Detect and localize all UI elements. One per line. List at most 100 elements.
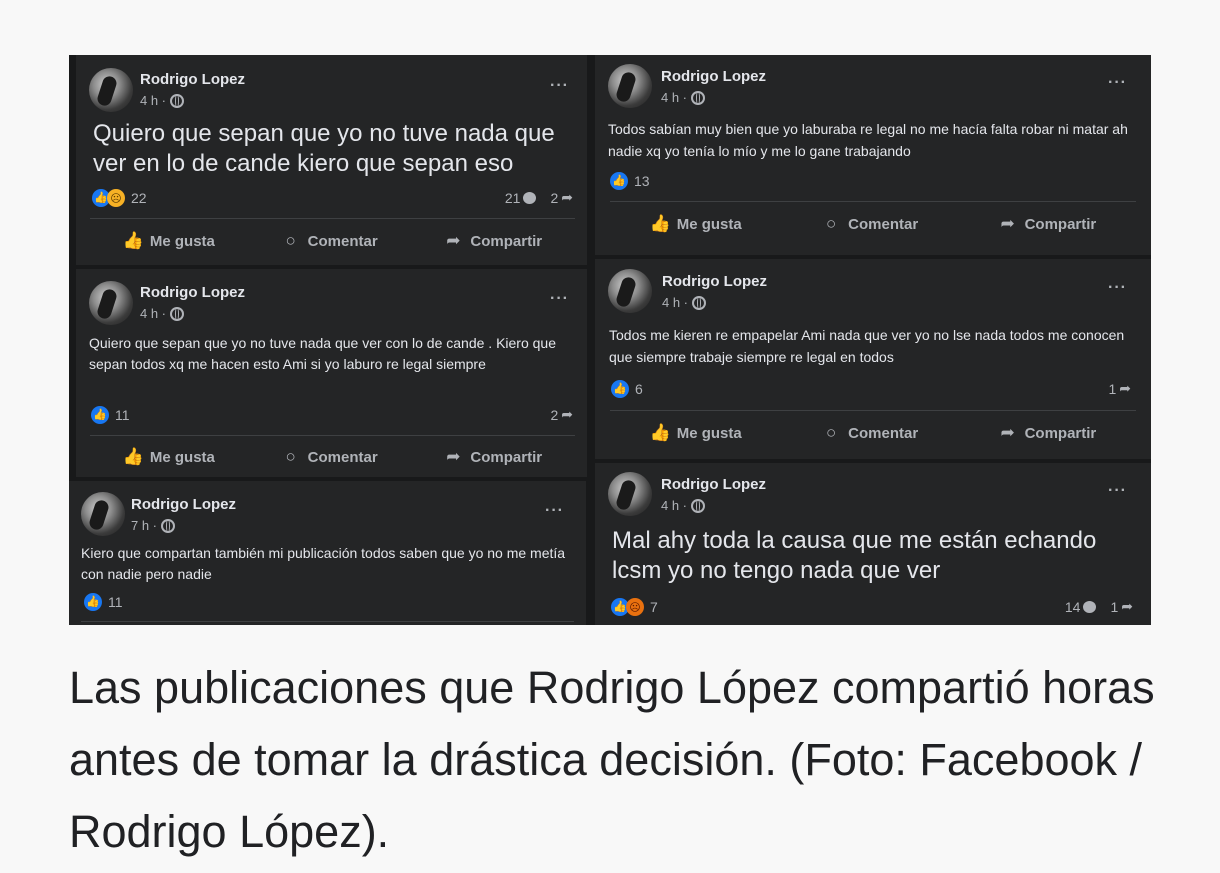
reactions-count: 11 [115,407,130,423]
more-options-icon[interactable]: ··· [1108,279,1127,297]
reactions-summary[interactable]: 👍 ☹ 22 [92,189,147,207]
reactions-count: 6 [635,381,643,397]
more-options-icon[interactable]: ··· [550,77,569,95]
shares-count: 1 [1110,598,1119,615]
like-reaction-icon: 👍 [610,172,628,190]
author-avatar[interactable] [608,472,652,516]
comment-icon: ○ [285,231,296,250]
engagement-counts[interactable]: 21 2 ➦ [505,189,573,206]
post-time[interactable]: 4 h · [140,306,185,321]
globe-icon [691,498,706,513]
thumbs-up-icon: 👍 [122,447,145,466]
like-button[interactable]: 👍 Me gusta [650,214,742,234]
post-text: Quiero que sepan que yo no tuve nada que… [89,335,557,372]
author-avatar[interactable] [608,64,652,108]
post-text: Mal ahy toda la causa que me están echan… [612,527,1097,584]
author-avatar[interactable] [608,269,652,313]
more-options-icon[interactable]: ··· [550,290,569,308]
author-avatar[interactable] [89,68,133,112]
divider [610,201,1136,202]
author-name[interactable]: Rodrigo Lopez [140,71,245,88]
like-button[interactable]: 👍 Me gusta [123,231,215,251]
author-name[interactable]: Rodrigo Lopez [131,496,236,513]
reactions-count: 22 [131,190,147,206]
post-time[interactable]: 4 h · [140,93,185,108]
post-text: Quiero que sepan que yo no tuve nada que… [93,120,555,177]
author-avatar[interactable] [89,281,133,325]
author-name[interactable]: Rodrigo Lopez [662,273,767,290]
globe-icon [692,295,707,310]
comment-icon: ○ [826,214,837,233]
share-button[interactable]: ➦ Compartir [998,423,1096,443]
post-text: Todos me kieren re empapelar Ami nada qu… [609,327,1125,365]
post-time[interactable]: 7 h · [131,518,176,533]
post-time[interactable]: 4 h · [661,90,706,105]
more-options-icon[interactable]: ··· [1108,482,1127,500]
divider [610,410,1136,411]
author-name[interactable]: Rodrigo Lopez [661,476,766,493]
facebook-post: Rodrigo Lopez 4 h · ··· Mal ahy toda la … [595,463,1151,625]
comment-button[interactable]: ○ Comentar [281,447,378,467]
like-reaction-icon: 👍 [611,380,629,398]
globe-icon [170,93,185,108]
share-button[interactable]: ➦ Compartir [998,214,1096,234]
share-button[interactable]: ➦ Compartir [443,447,542,467]
comments-count: 14 [1064,598,1081,615]
post-actions: 👍 Me gusta ○ Comentar ➦ Compartir [610,415,1136,451]
globe-icon [161,518,176,533]
author-name[interactable]: Rodrigo Lopez [140,284,245,301]
reactions-count: 13 [634,173,650,189]
comment-button[interactable]: ○ Comentar [281,231,378,251]
post-time[interactable]: 4 h · [662,295,707,310]
share-count-icon: ➦ [561,406,573,422]
reactions-summary[interactable]: 👍 13 [610,172,650,190]
facebook-post: Rodrigo Lopez 4 h · ··· Todos sabían muy… [595,55,1151,255]
reactions-summary[interactable]: 👍 11 [91,406,130,424]
like-button[interactable]: 👍 Me gusta [650,423,742,443]
thumbs-up-icon: 👍 [122,231,145,250]
engagement-counts[interactable]: 2 ➦ [550,406,573,423]
more-options-icon[interactable]: ··· [545,502,564,520]
thumbs-up-icon: 👍 [649,423,671,442]
image-caption: Las publicaciones que Rodrigo López comp… [69,662,1155,857]
reactions-summary[interactable]: 👍 ☹ 7 [611,598,658,616]
angry-reaction-icon: ☹ [626,598,644,616]
more-options-icon[interactable]: ··· [1108,74,1127,92]
share-icon: ➦ [1000,214,1015,233]
reactions-summary[interactable]: 👍 11 [84,593,123,611]
comment-button[interactable]: ○ Comentar [821,214,918,234]
author-avatar[interactable] [81,492,125,536]
facebook-post: Rodrigo Lopez 4 h · ··· Quiero que sepan… [76,55,587,265]
comment-count-icon [523,191,537,204]
share-button[interactable]: ➦ Compartir [443,231,542,251]
post-actions: 👍 Me gusta ○ Comentar ➦ Compartir [610,206,1136,242]
time-label: 4 h · [140,306,167,321]
time-label: 4 h · [140,93,167,108]
share-count-icon: ➦ [561,189,573,205]
time-label: 4 h · [662,295,689,310]
time-label: 4 h · [661,90,688,105]
like-button[interactable]: 👍 Me gusta [123,447,215,467]
facebook-posts-collage: Rodrigo Lopez 4 h · ··· Quiero que sepan… [69,55,1151,625]
share-count-icon: ➦ [1119,380,1131,396]
divider [90,218,575,219]
like-reaction-icon: 👍 [84,593,102,611]
engagement-counts[interactable]: 1 ➦ [1108,380,1131,397]
post-actions: 👍 Me gusta ○ Comentar ➦ Compartir [90,439,575,475]
comment-icon: ○ [285,447,296,466]
comment-count-icon [1083,600,1097,613]
facebook-post: Rodrigo Lopez 4 h · ··· Todos me kieren … [595,259,1151,459]
divider [90,435,575,436]
author-name[interactable]: Rodrigo Lopez [661,68,766,85]
post-time[interactable]: 4 h · [661,498,706,513]
shares-count: 2 [550,189,559,206]
time-label: 7 h · [131,518,158,533]
comment-icon: ○ [826,423,837,442]
reactions-summary[interactable]: 👍 6 [611,380,643,398]
reactions-count: 7 [650,599,658,615]
share-icon: ➦ [446,447,461,466]
globe-icon [170,306,185,321]
engagement-counts[interactable]: 14 1 ➦ [1065,598,1133,615]
comment-button[interactable]: ○ Comentar [821,423,918,443]
facebook-post: Rodrigo Lopez 7 h · ··· Kiero que compar… [69,481,586,625]
